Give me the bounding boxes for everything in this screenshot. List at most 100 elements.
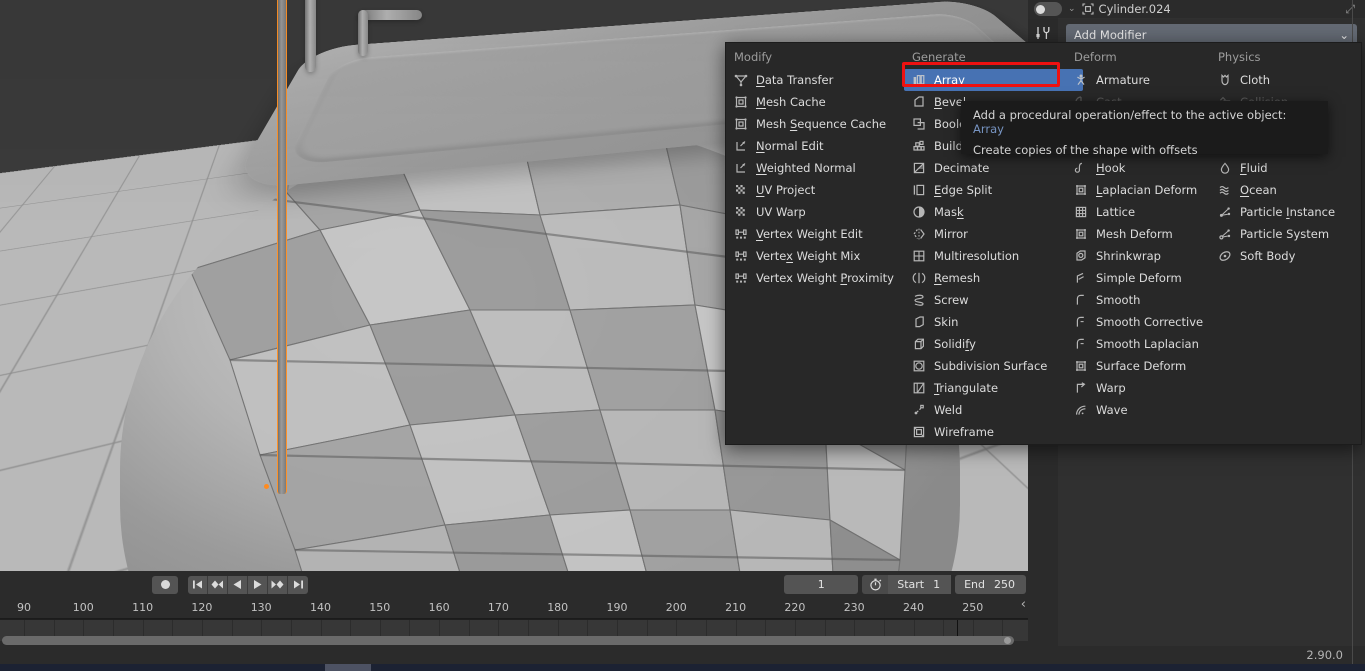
mirror-icon [913, 228, 925, 240]
menu-item-vertex-weight-edit[interactable]: Vertex Weight Edit [726, 223, 909, 245]
tooltip-line-2: Create copies of the shape with offsets [973, 143, 1198, 157]
menu-item-edge-split[interactable]: Edge Split [904, 179, 1087, 201]
menu-item-label: Normal Edit [756, 139, 824, 153]
menu-item-vertex-weight-mix[interactable]: Vertex Weight Mix [726, 245, 909, 267]
breadcrumb-object-name: Cylinder.024 [1098, 2, 1171, 16]
menu-item-weld[interactable]: Weld [904, 399, 1087, 421]
jump-to-end-button[interactable] [288, 575, 308, 594]
menu-item-triangulate[interactable]: Triangulate [904, 377, 1087, 399]
menu-item-wireframe[interactable]: Wireframe [904, 421, 1087, 443]
edge-split-icon [913, 184, 925, 196]
frame-start-field[interactable]: Start 1 [888, 575, 952, 594]
menu-item-skin[interactable]: Skin [904, 311, 1087, 333]
menu-item-vertex-weight-proximity[interactable]: Vertex Weight Proximity [726, 267, 909, 289]
current-frame-field[interactable]: 1 [784, 575, 859, 594]
lattice-icon [1075, 206, 1087, 218]
next-keyframe-icon [271, 580, 284, 589]
timeline-editor[interactable]: 1 Start 1 End 250 90 100 110 120 130 140… [0, 571, 1028, 646]
weld-icon [914, 404, 924, 415]
pin-icon[interactable]: ⤢ [1345, 2, 1355, 17]
breadcrumb: Cylinder.024 [1081, 2, 1171, 16]
mesh-object-rod-1[interactable] [305, 0, 316, 72]
os-taskbar[interactable] [0, 664, 1365, 671]
menu-item-label: Mesh Sequence Cache [756, 117, 887, 131]
menu-item-mirror[interactable]: Mirror [904, 223, 1087, 245]
scrollbar-knob[interactable] [1004, 637, 1011, 644]
use-preview-range-button[interactable] [862, 575, 889, 594]
menu-item-remesh[interactable]: Remesh [904, 267, 1087, 289]
menu-item-mask[interactable]: Mask [904, 201, 1087, 223]
timeline-tick-label: 100 [72, 601, 94, 614]
play-button[interactable] [248, 575, 268, 594]
timeline-horizontal-scrollbar[interactable] [2, 636, 1014, 645]
menu-item-surface-deform[interactable]: Surface Deform [1066, 355, 1214, 377]
uv-warp-icon [736, 207, 745, 216]
menu-item-array[interactable]: Array [904, 69, 1083, 91]
selected-object-outline[interactable] [277, 0, 287, 494]
jump-to-start-button[interactable] [188, 575, 208, 594]
surface-deform-icon [1076, 361, 1086, 371]
fluid-icon [1220, 162, 1230, 174]
menu-item-smooth-laplacian[interactable]: Smooth Laplacian [1066, 333, 1214, 355]
menu-item-laplacian-deform[interactable]: Laplacian Deform [1066, 179, 1214, 201]
menu-column-items: Data Transfer Mesh Cache Mesh Sequence Cac… [726, 69, 909, 289]
menu-item-hook[interactable]: Hook [1066, 157, 1214, 179]
editor-type-selector[interactable] [1034, 2, 1062, 16]
menu-item-screw[interactable]: Screw [904, 289, 1087, 311]
menu-item-soft-body[interactable]: Soft Body [1210, 245, 1363, 267]
object-icon [1081, 3, 1094, 15]
menu-item-data-transfer[interactable]: Data Transfer [726, 69, 909, 91]
menu-item-lattice[interactable]: Lattice [1066, 201, 1214, 223]
menu-item-weighted-normal[interactable]: Weighted Normal [726, 157, 909, 179]
timeline-tick-label: 90 [17, 601, 31, 614]
jump-end-icon [294, 580, 303, 589]
taskbar-active-window[interactable] [325, 664, 371, 671]
menu-item-smooth-corrective[interactable]: Smooth Corrective [1066, 311, 1214, 333]
menu-item-ocean[interactable]: Ocean [1210, 179, 1363, 201]
menu-item-smooth[interactable]: Smooth [1066, 289, 1214, 311]
menu-item-label: Build [934, 139, 963, 153]
uv-project-icon [736, 185, 745, 194]
menu-item-label: Mesh Deform [1096, 227, 1173, 241]
menu-column-deform: Deform ArmatureCastCurveDisplaceHookLapl… [1066, 43, 1214, 421]
menu-item-simple-deform[interactable]: Simple Deform [1066, 267, 1214, 289]
menu-item-warp[interactable]: Warp [1066, 377, 1214, 399]
editor-type-icon [1036, 4, 1045, 14]
menu-item-uv-project[interactable]: UV Project [726, 179, 909, 201]
tab-tool[interactable] [1034, 24, 1052, 42]
playback-controls[interactable] [188, 575, 308, 594]
menu-item-armature[interactable]: Armature [1066, 69, 1214, 91]
blender-window: 1 Start 1 End 250 90 100 110 120 130 140… [0, 0, 1365, 671]
menu-item-shrinkwrap[interactable]: Shrinkwrap [1066, 245, 1214, 267]
ocean-icon [1219, 185, 1229, 195]
menu-item-decimate[interactable]: Decimate [904, 157, 1087, 179]
timeline-sidebar-toggle[interactable]: ‹ [1021, 597, 1026, 612]
menu-item-fluid[interactable]: Fluid [1210, 157, 1363, 179]
build-icon [913, 140, 925, 151]
menu-item-mesh-sequence-cache[interactable]: Mesh Sequence Cache [726, 113, 909, 135]
menu-item-mesh-cache[interactable]: Mesh Cache [726, 91, 909, 113]
auto-keying-button[interactable] [152, 575, 178, 594]
next-keyframe-button[interactable] [268, 575, 288, 594]
mesh-object-rod-3[interactable] [358, 10, 368, 56]
menu-item-particle-system[interactable]: Particle System [1210, 223, 1363, 245]
menu-item-label: Screw [934, 293, 969, 307]
menu-item-label: UV Project [756, 183, 816, 197]
menu-item-cloth[interactable]: Cloth [1210, 69, 1363, 91]
wireframe-icon [913, 426, 925, 438]
solidify-icon [914, 338, 924, 350]
menu-item-multiresolution[interactable]: Multiresolution [904, 245, 1087, 267]
menu-item-solidify[interactable]: Solidify [904, 333, 1087, 355]
menu-item-particle-instance[interactable]: Particle Instance [1210, 201, 1363, 223]
menu-item-normal-edit[interactable]: Normal Edit [726, 135, 909, 157]
prev-keyframe-button[interactable] [208, 575, 228, 594]
menu-item-subdivision-surface[interactable]: Subdivision Surface [904, 355, 1087, 377]
menu-item-mesh-deform[interactable]: Mesh Deform [1066, 223, 1214, 245]
play-reverse-button[interactable] [228, 575, 248, 594]
menu-item-wave[interactable]: Wave [1066, 399, 1214, 421]
frame-end-field[interactable]: End 250 [955, 575, 1026, 594]
array-icon [913, 74, 925, 85]
menu-item-uv-warp[interactable]: UV Warp [726, 201, 909, 223]
timeline-ruler[interactable]: 90 100 110 120 130 140 150 160 170 180 190 200 210 22… [0, 598, 1028, 619]
mesh-sequence-cache-icon [735, 118, 747, 130]
